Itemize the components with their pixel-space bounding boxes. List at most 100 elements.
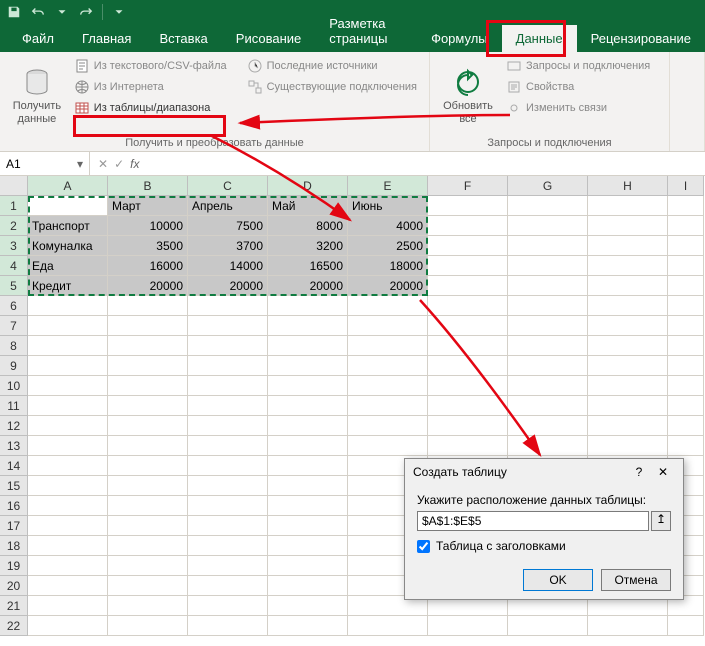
cell[interactable] [28, 536, 108, 556]
cell[interactable] [428, 356, 508, 376]
cell[interactable] [588, 436, 668, 456]
cell[interactable] [508, 336, 588, 356]
cell[interactable]: 18000 [348, 256, 428, 276]
cell[interactable] [428, 236, 508, 256]
cell[interactable] [428, 376, 508, 396]
cell[interactable] [508, 396, 588, 416]
cell[interactable] [268, 336, 348, 356]
tab-page-layout[interactable]: Разметка страницы [315, 10, 417, 52]
cell[interactable] [348, 336, 428, 356]
cell[interactable] [188, 556, 268, 576]
cell[interactable] [428, 316, 508, 336]
cell[interactable] [28, 376, 108, 396]
cell[interactable]: 20000 [108, 276, 188, 296]
cell[interactable]: 2500 [348, 236, 428, 256]
cell[interactable] [108, 556, 188, 576]
row-header-11[interactable]: 11 [0, 396, 28, 416]
row-header-21[interactable]: 21 [0, 596, 28, 616]
col-header-A[interactable]: A [28, 176, 108, 196]
row-header-1[interactable]: 1 [0, 196, 28, 216]
row-header-3[interactable]: 3 [0, 236, 28, 256]
cell[interactable] [428, 296, 508, 316]
tab-draw[interactable]: Рисование [222, 25, 315, 52]
cell[interactable] [28, 396, 108, 416]
cell[interactable]: 20000 [268, 276, 348, 296]
cell[interactable]: 16000 [108, 256, 188, 276]
cell[interactable] [188, 356, 268, 376]
row-header-8[interactable]: 8 [0, 336, 28, 356]
existing-connections-button[interactable]: Существующие подключения [243, 77, 421, 97]
from-text-csv-button[interactable]: Из текстового/CSV-файла [70, 56, 231, 76]
cell[interactable] [668, 256, 704, 276]
col-header-E[interactable]: E [348, 176, 428, 196]
recent-sources-button[interactable]: Последние источники [243, 56, 421, 76]
refresh-all-button[interactable]: Обновить все [438, 56, 498, 135]
cell[interactable] [28, 436, 108, 456]
redo-icon[interactable] [78, 4, 94, 20]
cell[interactable]: Май [268, 196, 348, 216]
row-header-12[interactable]: 12 [0, 416, 28, 436]
cell[interactable]: Апрель [188, 196, 268, 216]
cell[interactable] [668, 276, 704, 296]
cell[interactable] [588, 396, 668, 416]
cell[interactable] [28, 496, 108, 516]
cell[interactable] [508, 296, 588, 316]
cell[interactable] [588, 296, 668, 316]
cell[interactable] [428, 216, 508, 236]
cell[interactable] [268, 516, 348, 536]
cell[interactable] [188, 296, 268, 316]
collapse-dialog-button[interactable]: ↥ [651, 511, 671, 531]
cell[interactable] [588, 216, 668, 236]
col-header-F[interactable]: F [428, 176, 508, 196]
cell[interactable]: 8000 [268, 216, 348, 236]
cell[interactable] [668, 396, 704, 416]
tab-data[interactable]: Данные [502, 25, 577, 52]
range-input[interactable] [417, 511, 649, 531]
cell[interactable] [108, 416, 188, 436]
cell[interactable] [28, 196, 108, 216]
row-header-20[interactable]: 20 [0, 576, 28, 596]
tab-formulas[interactable]: Формулы [417, 25, 502, 52]
cell[interactable]: 20000 [188, 276, 268, 296]
cell[interactable] [668, 316, 704, 336]
tab-file[interactable]: Файл [8, 25, 68, 52]
cell[interactable] [188, 496, 268, 516]
save-icon[interactable] [6, 4, 22, 20]
cell[interactable]: 10000 [108, 216, 188, 236]
row-header-13[interactable]: 13 [0, 436, 28, 456]
cell[interactable] [28, 596, 108, 616]
ok-button[interactable]: OK [523, 569, 593, 591]
row-header-5[interactable]: 5 [0, 276, 28, 296]
cell[interactable] [348, 616, 428, 636]
cell[interactable] [108, 396, 188, 416]
cell[interactable] [508, 236, 588, 256]
row-header-17[interactable]: 17 [0, 516, 28, 536]
tab-home[interactable]: Главная [68, 25, 145, 52]
cell[interactable] [28, 356, 108, 376]
cell[interactable] [108, 436, 188, 456]
cell[interactable] [268, 556, 348, 576]
cell[interactable] [108, 296, 188, 316]
cell[interactable] [108, 336, 188, 356]
cell[interactable] [428, 436, 508, 456]
chevron-down-icon[interactable] [54, 4, 70, 20]
cell[interactable] [268, 596, 348, 616]
cell[interactable] [588, 336, 668, 356]
cell[interactable] [188, 416, 268, 436]
cell[interactable] [668, 416, 704, 436]
cell[interactable] [28, 456, 108, 476]
cell[interactable] [268, 416, 348, 436]
cell[interactable] [188, 616, 268, 636]
cell[interactable] [188, 336, 268, 356]
cell[interactable] [268, 296, 348, 316]
cell[interactable] [28, 296, 108, 316]
col-header-B[interactable]: B [108, 176, 188, 196]
get-data-button[interactable]: Получить данные [8, 56, 66, 135]
cell[interactable] [348, 436, 428, 456]
cell[interactable] [588, 196, 668, 216]
from-web-button[interactable]: Из Интернета [70, 77, 231, 97]
cell[interactable] [588, 616, 668, 636]
cell[interactable] [188, 316, 268, 336]
cell[interactable] [268, 616, 348, 636]
cell[interactable] [588, 356, 668, 376]
